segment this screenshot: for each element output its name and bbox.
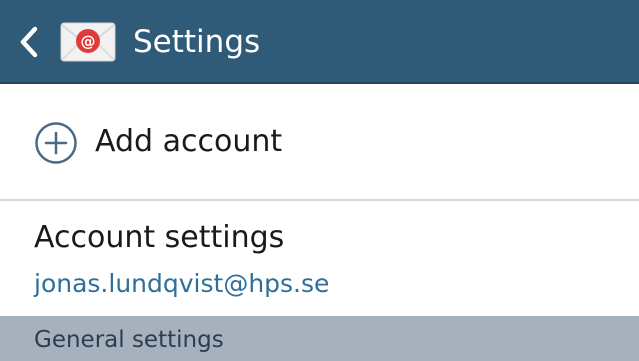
at-sign-glyph: @ (81, 33, 96, 51)
add-account-label[interactable]: Add account (95, 122, 282, 162)
section-header-label: General settings (34, 327, 224, 353)
page-title: Settings (133, 24, 261, 60)
action-bar: @ Settings (0, 0, 639, 84)
back-button[interactable] (14, 20, 44, 64)
email-envelope-icon: @ (60, 22, 116, 62)
plus-circle-icon[interactable] (34, 121, 78, 165)
chevron-left-icon (20, 26, 38, 58)
account-email[interactable]: jonas.lundqvist@hps.se (34, 265, 329, 303)
account-settings-title[interactable]: Account settings (34, 218, 284, 258)
